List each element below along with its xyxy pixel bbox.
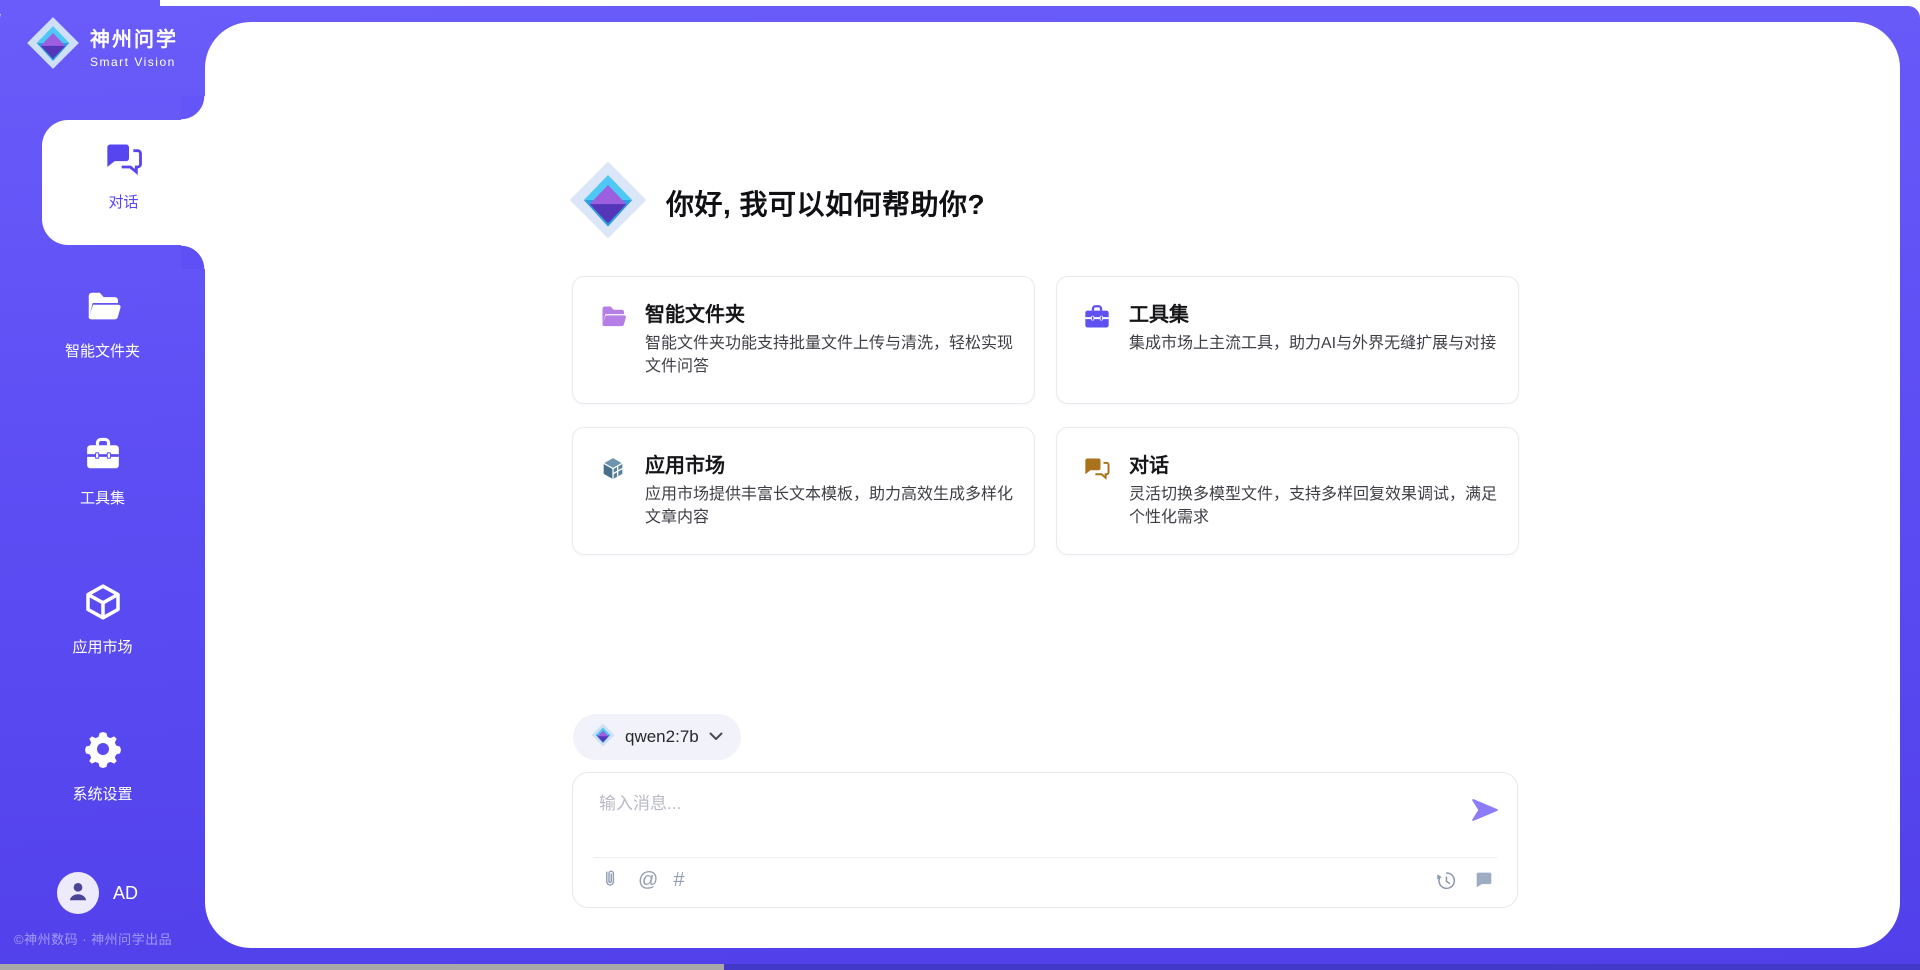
attachment-icon[interactable] <box>597 867 623 893</box>
feature-cards: 智能文件夹 智能文件夹功能支持批量文件上传与清洗，轻松实现文件问答 工具集 集成… <box>572 276 1519 555</box>
sidebar-item-chat[interactable]: 对话 <box>42 120 205 245</box>
person-icon <box>65 878 91 909</box>
card-smart-folder[interactable]: 智能文件夹 智能文件夹功能支持批量文件上传与清洗，轻松实现文件问答 <box>572 276 1035 404</box>
sidebar-item-label: 应用市场 <box>0 636 205 657</box>
chat-icon <box>104 138 144 183</box>
briefcase-icon <box>84 435 122 478</box>
hashtag-icon[interactable]: # <box>673 867 684 893</box>
user-avatar[interactable] <box>57 872 99 914</box>
model-selector[interactable]: qwen2:7b <box>573 714 741 760</box>
card-title: 应用市场 <box>645 449 725 478</box>
sidebar-item-settings[interactable]: 系统设置 <box>0 729 205 804</box>
composer-divider <box>593 857 1497 858</box>
gear-icon <box>83 729 123 774</box>
sidebar-item-label: 智能文件夹 <box>0 340 205 361</box>
model-name: qwen2:7b <box>625 727 699 747</box>
card-description: 集成市场上主流工具，助力AI与外界无缝扩展与对接 <box>1129 332 1511 355</box>
scrollbar-thumb[interactable] <box>0 964 724 970</box>
sidebar-item-app-market[interactable]: 应用市场 <box>0 582 205 657</box>
model-gem-icon <box>591 723 615 752</box>
card-title: 智能文件夹 <box>645 298 745 327</box>
card-description: 灵活切换多模型文件，支持多样回复效果调试，满足个性化需求 <box>1129 483 1511 529</box>
sidebar-item-label: 系统设置 <box>0 783 205 804</box>
history-icon[interactable] <box>1432 867 1458 893</box>
brand-logo-block: 神州问学 Smart Vision <box>26 16 178 75</box>
sidebar-top-cap <box>0 0 160 14</box>
cube-icon <box>83 582 123 627</box>
composer-toolbar-left: @ # <box>597 867 684 893</box>
sidebar-item-smart-folder[interactable]: 智能文件夹 <box>0 288 205 361</box>
card-description: 应用市场提供丰富长文本模板，助力高效生成多样化文章内容 <box>645 483 1027 529</box>
sidebar-item-label: 工具集 <box>0 487 205 508</box>
mention-icon[interactable]: @ <box>638 867 658 893</box>
brand-gem-icon <box>26 16 80 75</box>
greeting-block: 你好, 我可以如何帮助你? <box>568 160 985 245</box>
feedback-chat-icon[interactable] <box>1471 867 1497 893</box>
card-app-market[interactable]: 应用市场 应用市场提供丰富长文本模板，助力高效生成多样化文章内容 <box>572 427 1035 555</box>
app-window: 神州问学 Smart Vision 对话 智能文件夹 <box>0 0 1920 970</box>
chat-icon <box>1083 454 1111 482</box>
card-description: 智能文件夹功能支持批量文件上传与清洗，轻松实现文件问答 <box>645 332 1027 378</box>
sidebar-footer-credit: ©神州数码 · 神州问学出品 <box>14 929 172 948</box>
card-chat[interactable]: 对话 灵活切换多模型文件，支持多样回复效果调试，满足个性化需求 <box>1056 427 1519 555</box>
briefcase-icon <box>1083 303 1111 331</box>
tab-fillet-bottom <box>181 245 205 269</box>
brand-text: 神州问学 Smart Vision <box>90 23 178 69</box>
card-toolset[interactable]: 工具集 集成市场上主流工具，助力AI与外界无缝扩展与对接 <box>1056 276 1519 404</box>
user-name: AD <box>113 872 138 914</box>
message-composer: @ # <box>572 772 1518 908</box>
card-title: 对话 <box>1129 449 1169 478</box>
brand-subtitle: Smart Vision <box>90 55 178 69</box>
greeting-gem-icon <box>568 160 648 245</box>
message-input[interactable] <box>599 789 1439 847</box>
composer-toolbar-right <box>1432 867 1497 893</box>
horizontal-scrollbar[interactable] <box>0 964 1920 970</box>
greeting-title: 你好, 我可以如何帮助你? <box>666 183 985 223</box>
tab-fillet-top <box>181 96 205 120</box>
folder-icon <box>599 303 627 331</box>
send-icon <box>1470 795 1500 825</box>
sidebar-item-toolset[interactable]: 工具集 <box>0 435 205 508</box>
send-button[interactable] <box>1469 795 1501 827</box>
chevron-down-icon <box>709 728 723 746</box>
cube-grid-icon <box>599 454 627 482</box>
brand-name: 神州问学 <box>90 23 178 52</box>
folder-icon <box>84 288 122 331</box>
card-title: 工具集 <box>1129 298 1189 327</box>
sidebar-item-label: 对话 <box>42 191 205 212</box>
